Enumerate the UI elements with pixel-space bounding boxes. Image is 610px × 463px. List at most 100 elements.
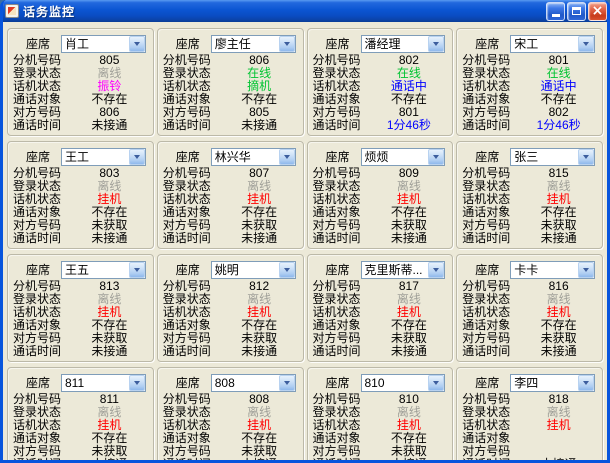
- call-duration-value: 未接通: [221, 455, 298, 463]
- combobox-dropdown-button[interactable]: [428, 375, 444, 391]
- seat-combobox[interactable]: 肖工: [61, 35, 146, 53]
- seat-combobox[interactable]: 卡卡: [510, 261, 595, 279]
- seat-label: 座席: [163, 261, 211, 278]
- agent-panel: 座席 肖工 分机号码 805 登录状态 离线 话机状态 振铃 通话对象 不存在 …: [7, 28, 154, 136]
- seat-combobox[interactable]: 宋工: [510, 35, 595, 53]
- seat-combobox[interactable]: 林兴华: [211, 148, 296, 166]
- minimize-button[interactable]: [546, 2, 565, 21]
- seat-combobox-value: 姚明: [212, 261, 279, 278]
- agent-panel: 座席 810 分机号码 810 登录状态 离线 话机状态 挂机 通话对象 不存在…: [307, 367, 454, 463]
- call-duration-value: 未接通: [71, 455, 148, 463]
- agent-panel: 座席 姚明 分机号码 812 登录状态 离线 话机状态 挂机 通话对象 不存在 …: [157, 254, 304, 362]
- combobox-dropdown-button[interactable]: [279, 375, 295, 391]
- call-duration-label: 通话时间: [462, 116, 520, 133]
- agent-panel: 座席 卡卡 分机号码 816 登录状态 离线 话机状态 挂机 通话对象 不存在 …: [456, 254, 603, 362]
- close-button[interactable]: ×: [588, 2, 607, 21]
- seat-combobox[interactable]: 808: [211, 374, 296, 392]
- seat-combobox-value: 张三: [511, 148, 578, 165]
- chevron-down-icon: [433, 381, 439, 385]
- seat-label: 座席: [163, 148, 211, 165]
- agent-panel: 座席 808 分机号码 808 登录状态 离线 话机状态 挂机 通话对象 不存在…: [157, 367, 304, 463]
- call-duration-value: 未接通: [221, 116, 298, 133]
- seat-combobox[interactable]: 潘经理: [361, 35, 446, 53]
- chevron-down-icon: [583, 381, 589, 385]
- window: 话务监控 × 座席 肖工 分机号码 805 登录状态 离线 话机状态: [0, 0, 610, 463]
- combobox-dropdown-button[interactable]: [129, 375, 145, 391]
- seat-combobox-value: 王工: [62, 148, 129, 165]
- call-duration-label: 通话时间: [163, 455, 221, 463]
- app-icon: [5, 4, 19, 18]
- seat-label: 座席: [462, 35, 510, 52]
- call-duration-value: 未接通: [371, 342, 448, 359]
- chevron-down-icon: [583, 42, 589, 46]
- maximize-button[interactable]: [567, 2, 586, 21]
- combobox-dropdown-button[interactable]: [578, 36, 594, 52]
- agent-panel: 座席 李四 分机号码 818 登录状态 离线 话机状态 挂机 通话对象 对方号码: [456, 367, 603, 463]
- call-duration-value: 1分46秒: [520, 116, 597, 133]
- seat-combobox[interactable]: 811: [61, 374, 146, 392]
- combobox-dropdown-button[interactable]: [129, 149, 145, 165]
- call-duration-row: 通话时间 未接通: [313, 457, 448, 463]
- seat-combobox[interactable]: 王五: [61, 261, 146, 279]
- seat-combobox[interactable]: 烦烦: [361, 148, 446, 166]
- seat-combobox-value: 王五: [62, 261, 129, 278]
- agent-panel: 座席 宋工 分机号码 801 登录状态 在线 话机状态 通话中 通话对象 不存在…: [456, 28, 603, 136]
- chevron-down-icon: [134, 381, 140, 385]
- combobox-dropdown-button[interactable]: [129, 262, 145, 278]
- seat-combobox-value: 烦烦: [362, 148, 429, 165]
- agent-panel: 座席 王五 分机号码 813 登录状态 离线 话机状态 挂机 通话对象 不存在 …: [7, 254, 154, 362]
- agent-panel: 座席 张三 分机号码 815 登录状态 离线 话机状态 挂机 通话对象 不存在 …: [456, 141, 603, 249]
- combobox-dropdown-button[interactable]: [279, 262, 295, 278]
- call-duration-row: 通话时间 未接通: [313, 344, 448, 357]
- seat-combobox[interactable]: 李四: [510, 374, 595, 392]
- call-duration-row: 通话时间 未接通: [13, 344, 148, 357]
- seat-combobox[interactable]: 姚明: [211, 261, 296, 279]
- call-duration-row: 通话时间 未接通: [462, 344, 597, 357]
- seat-combobox-value: 宋工: [511, 35, 578, 52]
- call-duration-row: 通话时间 未接通: [13, 231, 148, 244]
- seat-label: 座席: [462, 261, 510, 278]
- call-duration-row: 通话时间 未接通: [13, 457, 148, 463]
- combobox-dropdown-button[interactable]: [578, 375, 594, 391]
- combobox-dropdown-button[interactable]: [428, 149, 444, 165]
- chevron-down-icon: [433, 155, 439, 159]
- agent-panel: 座席 811 分机号码 811 登录状态 离线 话机状态 挂机 通话对象 不存在…: [7, 367, 154, 463]
- seat-label: 座席: [313, 374, 361, 391]
- call-duration-label: 通话时间: [313, 229, 371, 246]
- call-duration-label: 通话时间: [313, 116, 371, 133]
- combobox-dropdown-button[interactable]: [428, 262, 444, 278]
- seat-combobox-value: 808: [212, 376, 279, 390]
- seat-combobox[interactable]: 廖主任: [211, 35, 296, 53]
- maximize-icon: [572, 7, 581, 15]
- combobox-dropdown-button[interactable]: [129, 36, 145, 52]
- call-duration-label: 通话时间: [313, 342, 371, 359]
- agent-panel: 座席 廖主任 分机号码 806 登录状态 在线 话机状态 摘机 通话对象 不存在…: [157, 28, 304, 136]
- chevron-down-icon: [134, 155, 140, 159]
- call-duration-value: 1分46秒: [371, 116, 448, 133]
- seat-combobox[interactable]: 克里斯蒂...: [361, 261, 446, 279]
- seat-combobox[interactable]: 王工: [61, 148, 146, 166]
- chevron-down-icon: [433, 268, 439, 272]
- seat-combobox-value: 李四: [511, 374, 578, 391]
- combobox-dropdown-button[interactable]: [428, 36, 444, 52]
- chevron-down-icon: [134, 268, 140, 272]
- combobox-dropdown-button[interactable]: [578, 149, 594, 165]
- combobox-dropdown-button[interactable]: [279, 149, 295, 165]
- seat-combobox-value: 廖主任: [212, 35, 279, 52]
- window-title: 话务监控: [23, 3, 546, 20]
- call-duration-value: 未接通: [221, 229, 298, 246]
- call-duration-label: 通话时间: [13, 116, 71, 133]
- panel-grid: 座席 肖工 分机号码 805 登录状态 离线 话机状态 振铃 通话对象 不存在 …: [3, 22, 607, 463]
- combobox-dropdown-button[interactable]: [578, 262, 594, 278]
- seat-combobox-value: 810: [362, 376, 429, 390]
- call-duration-value: 未接通: [71, 116, 148, 133]
- call-duration-label: 通话时间: [313, 455, 371, 463]
- seat-label: 座席: [13, 35, 61, 52]
- seat-combobox[interactable]: 810: [361, 374, 446, 392]
- call-duration-row: 通话时间 1分46秒: [313, 118, 448, 131]
- seat-combobox[interactable]: 张三: [510, 148, 595, 166]
- combobox-dropdown-button[interactable]: [279, 36, 295, 52]
- call-duration-row: 通话时间 未接通: [313, 231, 448, 244]
- call-duration-row: 通话时间 未接通: [13, 118, 148, 131]
- call-duration-row: 通话时间 未接通: [462, 457, 597, 463]
